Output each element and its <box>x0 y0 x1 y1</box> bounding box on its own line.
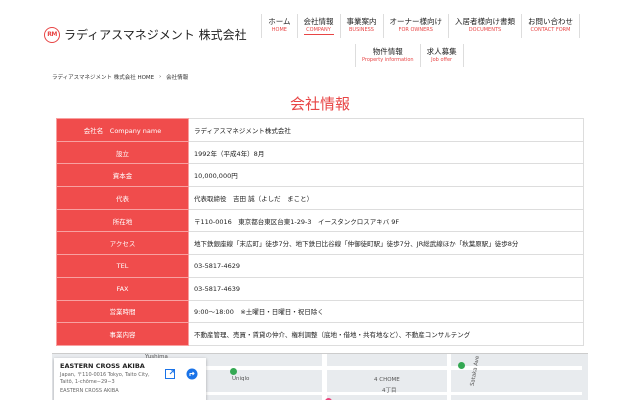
table-row: TEL 03-5817-4629 <box>56 254 584 278</box>
table-row: 代表 代表取締役 吉田 誠（よしだ まこと） <box>56 186 584 210</box>
nav-sublabel: Property information <box>362 57 414 63</box>
table-row-label: 代表 <box>56 186 189 210</box>
nav-sublabel: HOME <box>271 27 287 33</box>
table-row-label: アクセス <box>56 231 189 256</box>
open-in-maps-icon[interactable] <box>164 368 176 380</box>
nav-sublabel: CONTACT FORM <box>530 27 571 33</box>
table-row-value: 9:00～18:00 ※土曜日・日曜日・祝日除く <box>188 299 584 324</box>
table-row: アクセス 地下鉄銀座線「末広町」徒歩7分、地下鉄日比谷線「仲御徒町駅」徒歩7分、J… <box>56 231 584 256</box>
nav-item-jobs[interactable]: 求人募集 Job offer <box>419 44 464 67</box>
nav-label: ホーム <box>268 17 291 26</box>
table-row: 会社名 Company name ラディアスマネジメント株式会社 <box>56 118 584 142</box>
main-nav: ホーム HOME 会社情報 COMPANY 事業案内 BUSINESS オーナー… <box>240 14 580 67</box>
nav-row-1: ホーム HOME 会社情報 COMPANY 事業案内 BUSINESS オーナー… <box>240 14 580 38</box>
table-row-value: 〒110-0016 東京都台東区台東1-29-3 イースタンクロスアキバ 9F <box>188 208 584 233</box>
nav-sublabel: DOCUMENTS <box>468 27 502 33</box>
nav-label: 物件情報 <box>372 47 403 56</box>
map-label-uniqlo: Uniqlo <box>232 376 250 382</box>
map-label-street: Sataka Ave <box>469 355 481 387</box>
table-row: 事業内容 不動産管理、売買・賃貸の仲介、権利調整（底地・借地・共有地など）、不動産… <box>56 322 584 346</box>
table-row-value: 03-5817-4629 <box>188 254 584 278</box>
breadcrumb: ラディアスマネジメント 株式会社 HOME › 会社情報 <box>52 73 188 81</box>
map-place-address: Japan, 〒110-0016 Tokyo, Taito City, Tait… <box>60 372 150 385</box>
nav-label: 会社情報 <box>303 17 334 26</box>
table-row-label: TEL <box>56 254 189 278</box>
table-row-value: 代表取締役 吉田 誠（よしだ まこと） <box>188 186 584 210</box>
nav-item-company[interactable]: 会社情報 COMPANY <box>296 14 340 38</box>
nav-item-property[interactable]: 物件情報 Property information <box>355 44 420 67</box>
map-place-card: EASTERN CROSS AKIBA Japan, 〒110-0016 Tok… <box>54 358 206 400</box>
table-row: 設立 1992年（平成4年）8月 <box>56 140 584 165</box>
page: RM ラディアスマネジメント 株式会社 ホーム HOME 会社情報 COMPAN… <box>0 0 640 400</box>
logo-mark-icon: RM <box>44 26 60 43</box>
nav-item-documents[interactable]: 入居者様向け書類 DOCUMENTS <box>448 14 521 38</box>
table-row-label: 資本金 <box>56 163 189 188</box>
table-row-label: 設立 <box>56 140 189 165</box>
nav-label: オーナー様向け <box>389 17 443 26</box>
table-row: FAX 03-5817-4639 <box>56 276 584 301</box>
map-embed[interactable]: Yushima Uniqlo 4 CHOME 4丁目 Sataka Ave EA… <box>52 353 588 400</box>
map-pin-icon[interactable] <box>230 368 237 375</box>
map-label-4choume: 4丁目 <box>382 388 397 394</box>
nav-row-2: 物件情報 Property information 求人募集 Job offer <box>240 44 580 67</box>
site-logo[interactable]: RM ラディアスマネジメント 株式会社 <box>44 26 247 43</box>
table-row: 所在地 〒110-0016 東京都台東区台東1-29-3 イースタンクロスアキバ … <box>56 208 584 233</box>
table-row-label: FAX <box>56 276 189 301</box>
table-row-value: 不動産管理、売買・賃貸の仲介、権利調整（底地・借地・共有地など）、不動産コンサル… <box>188 322 584 346</box>
breadcrumb-home-link[interactable]: ラディアスマネジメント 株式会社 HOME <box>52 73 154 81</box>
map-pin-icon[interactable] <box>458 362 465 369</box>
nav-label: 求人募集 <box>426 47 457 56</box>
nav-sublabel: Job offer <box>431 57 453 63</box>
breadcrumb-separator: › <box>159 74 162 80</box>
map-label-4chome: 4 CHOME <box>374 377 400 383</box>
table-row-label: 営業時間 <box>56 299 189 324</box>
table-row-label: 所在地 <box>56 208 189 233</box>
nav-item-home[interactable]: ホーム HOME <box>261 14 296 38</box>
nav-item-contact[interactable]: お問い合わせ CONTACT FORM <box>521 14 580 38</box>
company-info-table: 会社名 Company name ラディアスマネジメント株式会社 設立 1992年（平… <box>56 118 584 346</box>
table-row-value: 03-5817-4639 <box>188 276 584 301</box>
nav-label: 事業案内 <box>346 17 377 26</box>
map-road <box>202 366 582 370</box>
map-place-address-short: EASTERN CROSS AKIBA <box>60 388 119 394</box>
nav-item-business[interactable]: 事業案内 BUSINESS <box>339 14 383 38</box>
nav-sublabel: COMPANY <box>303 27 334 35</box>
breadcrumb-current: 会社情報 <box>166 75 189 81</box>
company-name: ラディアスマネジメント 株式会社 <box>64 28 247 42</box>
nav-label: 入居者様向け書類 <box>455 17 515 26</box>
directions-icon[interactable] <box>186 368 198 380</box>
nav-label: お問い合わせ <box>528 17 573 26</box>
nav-sublabel: FOR OWNERS <box>398 27 433 33</box>
nav-item-owners[interactable]: オーナー様向け FOR OWNERS <box>382 14 449 38</box>
table-row: 営業時間 9:00～18:00 ※土曜日・日曜日・祝日除く <box>56 299 584 324</box>
table-row-label: 会社名 Company name <box>56 118 189 142</box>
table-row-value: ラディアスマネジメント株式会社 <box>188 118 584 142</box>
map-place-name: EASTERN CROSS AKIBA <box>60 362 145 370</box>
table-row-value: 10,000,000円 <box>188 163 584 188</box>
nav-sublabel: BUSINESS <box>349 27 374 33</box>
page-title: 会社情報 <box>289 95 350 113</box>
table-row: 資本金 10,000,000円 <box>56 163 584 188</box>
table-row-label: 事業内容 <box>56 322 189 346</box>
table-row-value: 1992年（平成4年）8月 <box>188 140 584 165</box>
table-row-value: 地下鉄銀座線「末広町」徒歩7分、地下鉄日比谷線「仲御徒町駅」徒歩7分、JR総武線… <box>188 231 584 256</box>
